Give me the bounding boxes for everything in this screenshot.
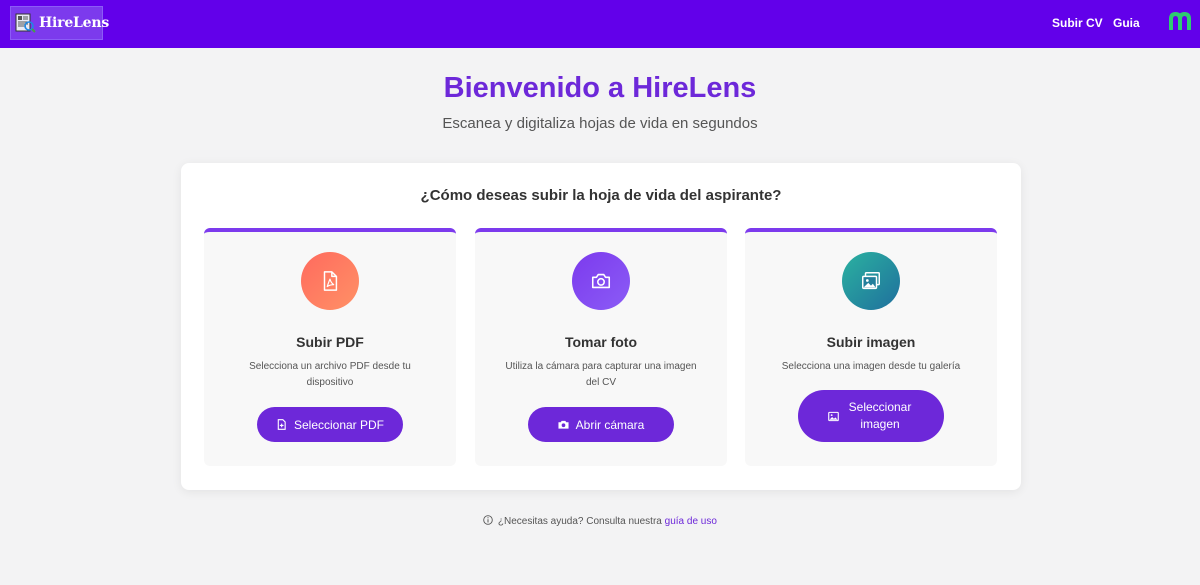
select-pdf-button[interactable]: Seleccionar PDF	[257, 407, 403, 442]
logo-text: HireLens	[39, 15, 110, 31]
camera-icon	[558, 420, 569, 429]
upload-option-image: Subir imagen Selecciona una imagen desde…	[745, 228, 997, 466]
help-footer: ¿Necesitas ayuda? Consulta nuestra guía …	[0, 515, 1200, 527]
file-plus-icon	[277, 419, 286, 430]
open-camera-button[interactable]: Abrir cámara	[528, 407, 674, 442]
upload-option-camera: Tomar foto Utiliza la cámara para captur…	[475, 228, 727, 466]
upload-option-pdf: Subir PDF Selecciona un archivo PDF desd…	[204, 228, 456, 466]
camera-icon	[572, 252, 630, 310]
option-description: Selecciona un archivo PDF desde tu dispo…	[249, 361, 411, 388]
image-icon	[828, 411, 839, 421]
m-brand-icon[interactable]	[1168, 12, 1192, 30]
top-navbar: HireLens Subir CV Guia	[0, 0, 1200, 48]
option-description: Selecciona una imagen desde tu galería	[781, 361, 961, 372]
nav-guide[interactable]: Guia	[1113, 16, 1140, 30]
upload-question: ¿Cómo deseas subir la hoja de vida del a…	[420, 187, 782, 204]
option-title: Subir imagen	[826, 334, 916, 350]
button-label: Seleccionar PDF	[293, 417, 385, 432]
option-description: Utiliza la cámara para capturar una imag…	[505, 361, 697, 388]
images-icon	[842, 252, 900, 310]
help-text: Consulta nuestra	[586, 516, 662, 527]
user-guide-link[interactable]: guía de uso	[665, 516, 717, 527]
pdf-file-icon	[301, 252, 359, 310]
page-subtitle: Escanea y digitaliza hojas de vida en se…	[442, 115, 758, 132]
option-title: Tomar foto	[564, 334, 638, 350]
upload-options-panel: ¿Cómo deseas subir la hoja de vida del a…	[181, 163, 1021, 490]
info-icon	[483, 515, 493, 525]
select-image-button[interactable]: Seleccionar imagen	[798, 390, 944, 442]
nav-upload-cv[interactable]: Subir CV	[1052, 16, 1103, 30]
button-label: Abrir cámara	[575, 417, 645, 432]
page-title: Bienvenido a HireLens	[443, 72, 757, 104]
help-prefix: ¿Necesitas ayuda?	[497, 516, 584, 527]
option-title: Subir PDF	[296, 334, 364, 350]
resume-scan-icon	[15, 13, 36, 33]
hirelens-logo[interactable]: HireLens	[10, 6, 109, 40]
button-label: Seleccionar imagen	[848, 400, 912, 431]
